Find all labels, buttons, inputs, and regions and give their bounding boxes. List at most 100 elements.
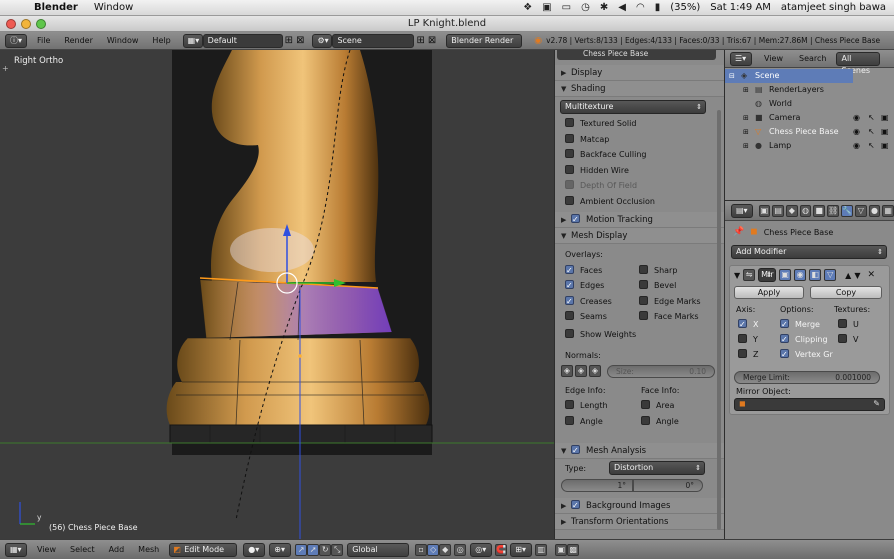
- scale-manipulator-icon[interactable]: ⤡: [331, 543, 344, 556]
- modifier-viewport-icon[interactable]: ◉: [794, 269, 807, 281]
- shading-matcap-option[interactable]: Matcap: [555, 132, 724, 148]
- outliner-item-chess-piece-base[interactable]: ⊞ ▽ Chess Piece Base ◉ ↖ ▣: [725, 125, 894, 139]
- dropbox-icon[interactable]: ❖: [523, 2, 532, 13]
- viewport-canvas[interactable]: [0, 50, 554, 539]
- pivot-point-dropdown[interactable]: ⊕▾: [269, 542, 292, 557]
- mesh-display-section-header[interactable]: ▼ Mesh Display: [555, 228, 724, 244]
- object-tab-icon[interactable]: ■: [813, 204, 825, 217]
- shading-mode-dropdown[interactable]: Multitexture: [560, 100, 706, 114]
- opengl-render-icon[interactable]: ▩: [567, 543, 580, 556]
- minimize-window-button[interactable]: [21, 19, 31, 29]
- mirror-option-merge-checkbox[interactable]: [780, 317, 789, 332]
- outliner-item-world[interactable]: ◍ World: [725, 97, 894, 111]
- eyedropper-icon[interactable]: ✎: [873, 399, 880, 408]
- render-engine-dropdown[interactable]: Blender Render: [446, 33, 523, 48]
- transform-orientation-dropdown[interactable]: Global: [347, 542, 410, 557]
- transform-orientations-section-header[interactable]: ▶ Transform Orientations: [555, 514, 724, 530]
- scene-icon[interactable]: ⚙▾: [312, 33, 333, 48]
- copy-button[interactable]: Copy: [810, 286, 882, 299]
- vertex-normals-icon[interactable]: ◈: [561, 365, 573, 377]
- selectability-cursor-icon[interactable]: ↖: [868, 125, 875, 139]
- overlay-edge-marks-checkbox[interactable]: [639, 295, 648, 305]
- modifier-editmode-icon[interactable]: ◧: [809, 269, 822, 281]
- battery-mini-icon[interactable]: ▭: [562, 2, 571, 13]
- selectability-cursor-icon[interactable]: ↖: [868, 111, 875, 125]
- overlay-show-weights-checkbox[interactable]: [565, 328, 574, 338]
- add-modifier-dropdown[interactable]: Add Modifier: [731, 245, 887, 259]
- constraints-tab-icon[interactable]: ⛓: [826, 204, 839, 217]
- mirror-axis-z-checkbox[interactable]: [738, 349, 747, 358]
- material-tab-icon[interactable]: ●: [868, 204, 881, 217]
- edge-info-length-option[interactable]: Length: [555, 398, 608, 414]
- edge-info-angle-checkbox[interactable]: [565, 415, 574, 425]
- face-normals-icon[interactable]: ◈: [589, 365, 601, 377]
- mirror-axis-y-option[interactable]: Y: [734, 332, 758, 347]
- overlay-edge-marks-option[interactable]: Edge Marks: [629, 294, 719, 310]
- face-info-angle-checkbox[interactable]: [641, 415, 650, 425]
- viewport-menu-add[interactable]: Add: [109, 545, 125, 554]
- overlay-seams-checkbox[interactable]: [565, 311, 574, 320]
- render-preview-icon[interactable]: ▣: [555, 543, 568, 556]
- range-min-field[interactable]: 1°: [561, 478, 633, 492]
- toolshelf-toggle-icon[interactable]: +: [2, 64, 9, 73]
- app-menu-blender[interactable]: Blender: [26, 2, 86, 13]
- mirror-axis-z-option[interactable]: Z: [734, 347, 758, 362]
- mirror-option-clipping-option[interactable]: Clipping: [776, 332, 833, 347]
- display-section-header[interactable]: ▶ Display: [555, 65, 724, 81]
- panel-scrollbar[interactable]: [717, 110, 721, 530]
- mirror-option-clipping-checkbox[interactable]: [780, 332, 789, 347]
- viewport-menu-view[interactable]: View: [37, 545, 56, 554]
- mirror-axis-x-checkbox[interactable]: [738, 317, 747, 332]
- shading-depth-of-field-option[interactable]: Depth Of Field: [555, 178, 724, 194]
- overlay-bevel-checkbox[interactable]: [639, 280, 648, 289]
- menu-window[interactable]: Window: [107, 36, 139, 45]
- range-max-field[interactable]: 0°: [633, 478, 703, 492]
- apply-button[interactable]: Apply: [734, 286, 804, 299]
- texture-tab-icon[interactable]: ▦: [882, 204, 894, 217]
- translate-manipulator-icon[interactable]: ➚: [307, 543, 320, 556]
- outliner-filter-dropdown[interactable]: All Scenes: [836, 51, 881, 75]
- remove-modifier-icon[interactable]: ✕: [867, 270, 875, 280]
- edge-info-length-checkbox[interactable]: [565, 400, 574, 409]
- screen-layout-icon[interactable]: ▦▾: [182, 33, 203, 48]
- remove-layout-icon[interactable]: ⊠: [296, 35, 304, 46]
- mirror-texture-u-checkbox[interactable]: [838, 319, 847, 328]
- menu-render[interactable]: Render: [64, 36, 92, 45]
- zoom-window-button[interactable]: [36, 19, 46, 29]
- overlay-sharp-checkbox[interactable]: [639, 264, 648, 274]
- snap-toggle-icon[interactable]: 🧲: [495, 543, 508, 556]
- screen-layout-field[interactable]: Default: [202, 33, 283, 48]
- overlay-faces-option[interactable]: Faces: [555, 263, 635, 278]
- mirror-option-vertex-gr-checkbox[interactable]: [780, 347, 789, 362]
- mirror-option-vertex-gr-option[interactable]: Vertex Gr: [776, 347, 833, 362]
- edge-info-angle-option[interactable]: Angle: [555, 414, 608, 430]
- menubar-clock[interactable]: Sat 1:49 AM: [710, 2, 771, 13]
- mac-menu-window[interactable]: Window: [86, 2, 141, 13]
- mirror-object-field[interactable]: ◼ ✎: [734, 398, 885, 411]
- overlay-edges-checkbox[interactable]: [565, 278, 574, 294]
- modifier-render-icon[interactable]: ▣: [779, 269, 792, 281]
- mirror-axis-x-option[interactable]: X: [734, 317, 758, 332]
- add-scene-icon[interactable]: ⊞: [416, 35, 424, 46]
- shading-section-header[interactable]: ▼ Shading: [555, 81, 724, 97]
- mirror-axis-y-checkbox[interactable]: [738, 334, 747, 343]
- vertex-select-icon[interactable]: ▫: [415, 543, 428, 556]
- viewport-menu-select[interactable]: Select: [70, 545, 95, 554]
- properties-editor-type-icon[interactable]: ▤▾: [731, 203, 753, 218]
- outliner-editor-type-icon[interactable]: ☰▾: [730, 51, 752, 66]
- editor-type-info-icon[interactable]: ⓘ▾: [5, 33, 27, 48]
- face-info-area-checkbox[interactable]: [641, 400, 650, 409]
- visibility-eye-icon[interactable]: ◉: [853, 111, 860, 125]
- overlay-creases-option[interactable]: Creases: [555, 294, 635, 309]
- shading-depth-of-field-checkbox[interactable]: [565, 180, 574, 189]
- layers-icon[interactable]: ▥: [535, 543, 548, 556]
- expand-toggle-icon[interactable]: ⊞: [743, 111, 749, 125]
- shading-textured-solid-option[interactable]: Textured Solid: [555, 116, 724, 132]
- mesh-analysis-checkbox[interactable]: [571, 443, 580, 459]
- expand-toggle-icon[interactable]: ⊟: [729, 69, 735, 83]
- close-window-button[interactable]: [6, 19, 16, 29]
- menu-file[interactable]: File: [37, 36, 50, 45]
- scene-field[interactable]: Scene: [332, 33, 415, 48]
- outliner-item-renderlayers[interactable]: ⊞ ▤ RenderLayers: [725, 83, 894, 97]
- move-up-icon[interactable]: ▲: [845, 271, 851, 280]
